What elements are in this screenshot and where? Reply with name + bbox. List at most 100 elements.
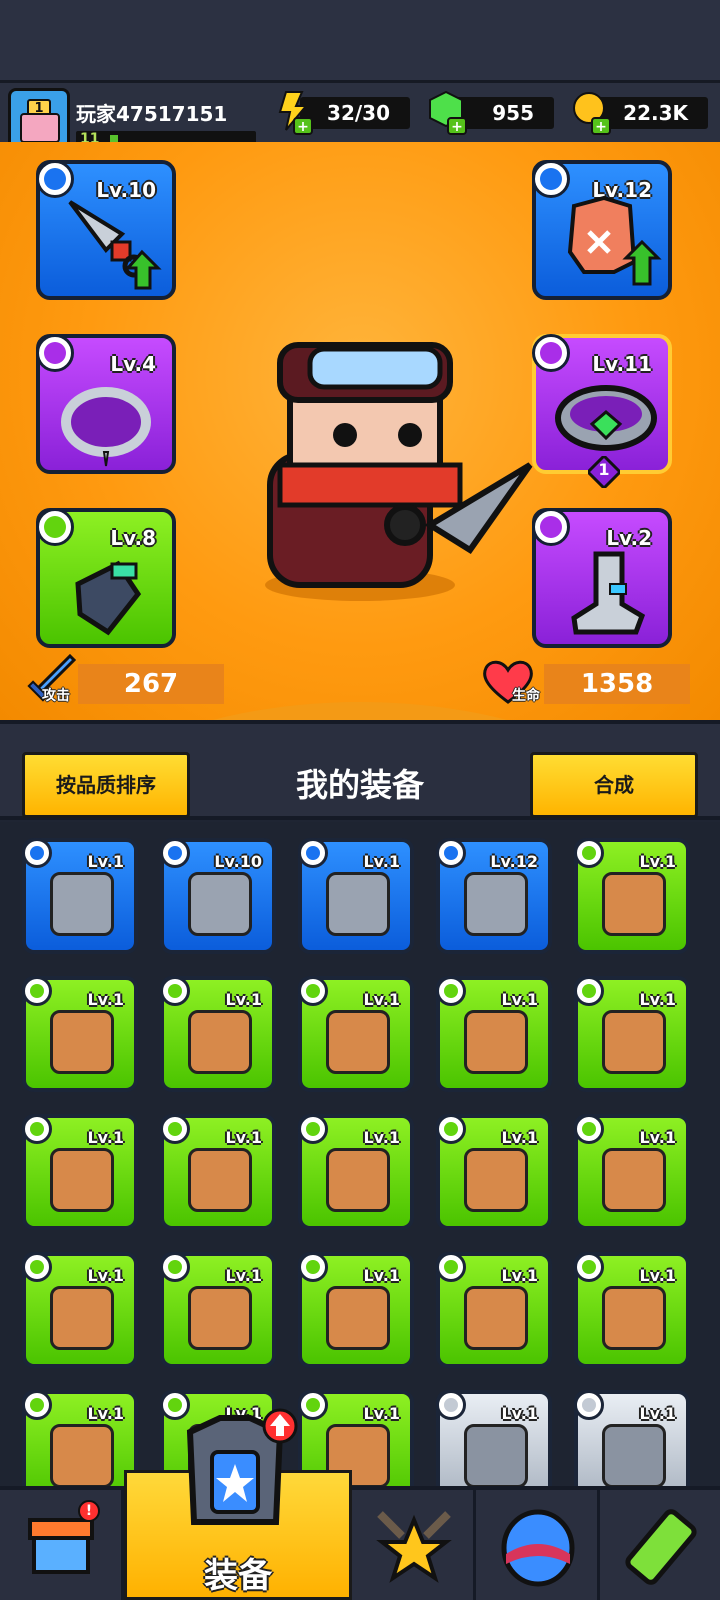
necklace-icon <box>188 872 252 936</box>
inventory-item[interactable]: Lv.1 <box>574 1252 690 1368</box>
attack-label: 攻击 <box>42 688 70 704</box>
equipped-ring-slot[interactable]: Lv.11 1 <box>532 334 672 488</box>
inventory-item[interactable]: Lv.1 <box>22 1114 138 1230</box>
inventory-item[interactable]: Lv.1 <box>436 976 552 1092</box>
nav-heroes[interactable] <box>352 1490 476 1600</box>
item-type-icon <box>160 1114 190 1144</box>
revolver-icon <box>602 872 666 936</box>
belt-icon <box>464 1148 528 1212</box>
inventory-item[interactable]: Lv.1 <box>160 976 276 1092</box>
gem-bracelet-icon <box>555 385 657 451</box>
inventory-item[interactable]: Lv.1 <box>574 976 690 1092</box>
item-type-icon <box>574 1252 604 1282</box>
kunai-icon <box>464 1424 528 1486</box>
inventory-item[interactable]: Lv.12 <box>436 838 552 954</box>
inventory-item[interactable]: Lv.1 <box>298 976 414 1092</box>
inventory-item[interactable]: Lv.1 <box>436 1114 552 1230</box>
item-level: Lv.1 <box>87 852 124 871</box>
belt-icon <box>188 1286 252 1350</box>
inventory-item[interactable]: Lv.1 <box>436 1252 552 1368</box>
kunai-icon <box>602 1424 666 1486</box>
merge-button[interactable]: 合成 <box>530 752 698 818</box>
svg-text:+: + <box>595 119 607 135</box>
inventory-grid: Lv.1 Lv.10 Lv.1 Lv.12 Lv.1 Lv.1 Lv.1 Lv.1 Lv.1 Lv… <box>0 822 720 1486</box>
item-type-icon <box>298 976 328 1006</box>
item-level: Lv.1 <box>363 1128 400 1147</box>
inventory-item[interactable]: Lv.10 <box>160 838 276 954</box>
item-type-icon <box>436 1252 466 1282</box>
bat-icon <box>464 1010 528 1074</box>
inventory-item[interactable]: Lv.1 <box>574 1390 690 1486</box>
gem-plus-icon[interactable]: + <box>426 90 470 136</box>
item-level: Lv.1 <box>363 1266 400 1285</box>
inventory-item[interactable]: Lv.1 <box>298 838 414 954</box>
hp-label: 生命 <box>512 688 540 704</box>
equipped-weapon-slot[interactable]: Lv.10 <box>36 160 176 300</box>
item-level: Lv.1 <box>87 1266 124 1285</box>
item-level: Lv.1 <box>501 1266 538 1285</box>
glove-icon <box>464 1286 528 1350</box>
inventory-item[interactable]: Lv.1 <box>22 976 138 1092</box>
avatar[interactable]: 1 <box>8 88 70 150</box>
star-egg-icon <box>501 1509 575 1587</box>
inventory-item[interactable]: Lv.1 <box>298 1252 414 1368</box>
upgrade-arrow-icon <box>262 1408 298 1444</box>
bone-necklace-icon <box>50 1148 114 1212</box>
energy-plus-icon[interactable]: + <box>272 90 316 136</box>
inventory-item[interactable]: Lv.1 <box>22 838 138 954</box>
item-level: Lv.1 <box>639 1266 676 1285</box>
item-level: Lv.1 <box>87 1404 124 1423</box>
item-type-icon <box>22 838 52 868</box>
boot-icon <box>50 1424 114 1486</box>
item-type-icon <box>436 838 466 868</box>
item-level: Lv.1 <box>363 1404 400 1423</box>
item-level: Lv.1 <box>501 990 538 1009</box>
star-necklace-icon <box>188 1148 252 1212</box>
status-bar-area <box>0 0 720 80</box>
equipped-necklace-slot[interactable]: Lv.4 <box>36 334 176 474</box>
item-type-icon <box>22 1252 52 1282</box>
star-swords-icon <box>376 1511 452 1583</box>
inventory-item[interactable]: Lv.1 <box>160 1114 276 1230</box>
item-level: Lv.1 <box>639 1404 676 1423</box>
inventory-item[interactable]: Lv.1 <box>574 1114 690 1230</box>
equipped-armor-slot[interactable]: Lv.12 <box>532 160 672 300</box>
nav-lab[interactable] <box>600 1490 720 1600</box>
inventory-item[interactable]: Lv.1 <box>160 1252 276 1368</box>
item-level: Lv.1 <box>363 852 400 871</box>
energy-counter: 32/30 <box>300 97 410 129</box>
inventory-item[interactable]: Lv.1 <box>22 1390 138 1486</box>
boot-icon <box>571 551 646 635</box>
ring-type-icon <box>532 334 570 372</box>
item-level: Lv.1 <box>225 1128 262 1147</box>
coin-plus-icon[interactable]: + <box>570 90 614 136</box>
shotgun-icon <box>188 1010 252 1074</box>
inventory-item[interactable]: Lv.1 <box>22 1252 138 1368</box>
item-type-icon <box>22 1390 52 1420</box>
belt-icon <box>326 872 390 936</box>
bat-icon <box>326 1010 390 1074</box>
item-level: Lv.1 <box>363 990 400 1009</box>
item-type-icon <box>436 976 466 1006</box>
item-type-icon <box>22 976 52 1006</box>
nav-shop[interactable]: ! <box>0 1490 124 1600</box>
fur-belt-icon <box>50 1286 114 1350</box>
item-level: Lv.1 <box>225 1266 262 1285</box>
equipped-boot-slot[interactable]: Lv.2 <box>532 508 672 648</box>
equipped-glove-slot[interactable]: Lv.8 <box>36 508 176 648</box>
nav-equipment-label: 装备 <box>204 1556 272 1596</box>
necklace-type-icon <box>36 334 74 372</box>
item-type-icon <box>298 1114 328 1144</box>
inventory-item[interactable]: Lv.1 <box>436 1390 552 1486</box>
inventory-item[interactable]: Lv.1 <box>574 838 690 954</box>
armor-icon <box>567 195 662 286</box>
item-type-icon <box>436 1114 466 1144</box>
item-type-icon <box>160 976 190 1006</box>
boot-icon <box>464 872 528 936</box>
item-type-icon <box>22 1114 52 1144</box>
hero-character[interactable] <box>240 335 540 605</box>
inventory-item[interactable]: Lv.1 <box>298 1114 414 1230</box>
nav-egg[interactable] <box>476 1490 600 1600</box>
item-type-icon <box>298 1252 328 1282</box>
item-level: Lv.1 <box>87 990 124 1009</box>
